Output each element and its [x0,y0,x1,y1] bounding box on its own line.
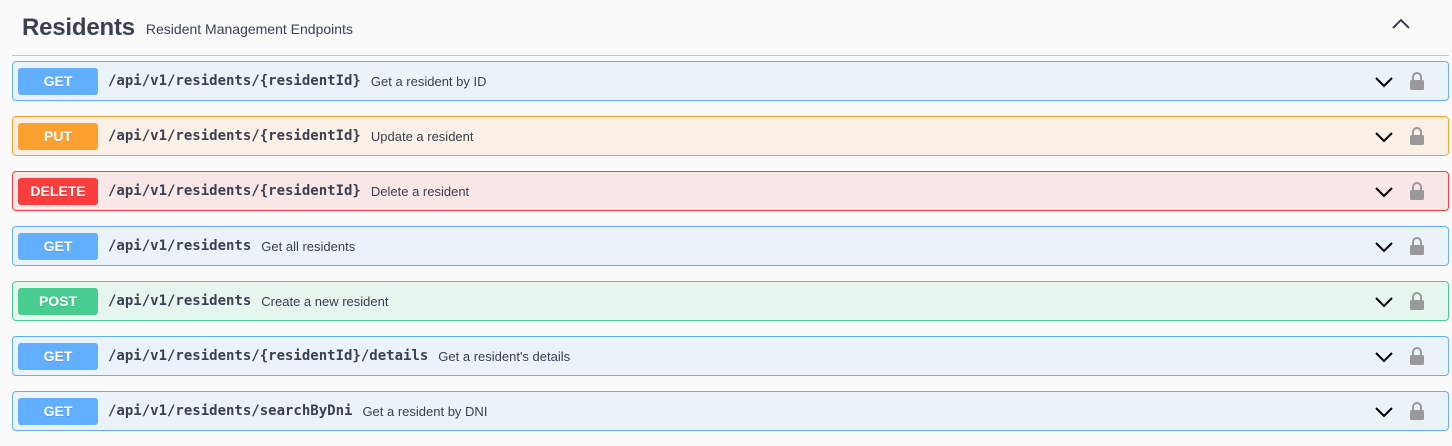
chevron-down-icon[interactable] [1374,128,1394,146]
method-badge: PUT [18,122,98,150]
operation-summary: Get a resident by ID [370,73,487,89]
lock-icon[interactable] [1409,71,1425,91]
chevron-down-icon[interactable] [1374,183,1394,201]
tag-title[interactable]: Residents [22,14,135,42]
chevron-down-icon[interactable] [1374,238,1394,256]
method-badge: GET [18,67,98,95]
chevron-down-icon[interactable] [1374,348,1394,366]
tag-section-residents: Residents Resident Management Endpoints … [12,0,1449,446]
operation-summary: Create a new resident [261,293,389,309]
operation-search-resident-by-dni[interactable]: GET /api/v1/residents/searchByDni Get a … [12,391,1449,431]
operation-path: /api/v1/residents [108,293,252,309]
lock-icon[interactable] [1409,346,1425,366]
lock-icon[interactable] [1409,126,1425,146]
operation-get-all-residents[interactable]: GET /api/v1/residents Get all residents [12,226,1449,266]
operation-summary: Get a resident by DNI [362,403,488,419]
operation-path: /api/v1/residents [108,238,252,254]
method-badge: GET [18,397,98,425]
operation-get-resident-by-id[interactable]: GET /api/v1/residents/{residentId} Get a… [12,61,1449,101]
operation-create-resident[interactable]: POST /api/v1/residents Create a new resi… [12,281,1449,321]
tag-description: Resident Management Endpoints [145,20,353,37]
chevron-down-icon[interactable] [1374,73,1394,91]
operation-update-resident[interactable]: PUT /api/v1/residents/{residentId} Updat… [12,116,1449,156]
operation-path: /api/v1/residents/searchByDni [108,403,353,419]
operation-path: /api/v1/residents/{residentId}/details [108,348,429,364]
operation-summary: Get all residents [261,238,356,254]
chevron-up-icon[interactable] [1385,12,1417,36]
operation-delete-resident[interactable]: DELETE /api/v1/residents/{residentId} De… [12,171,1449,211]
operation-path: /api/v1/residents/{residentId} [108,73,361,89]
lock-icon[interactable] [1409,291,1425,311]
operation-path: /api/v1/residents/{residentId} [108,128,361,144]
operation-get-resident-details[interactable]: GET /api/v1/residents/{residentId}/detai… [12,336,1449,376]
operation-summary: Get a resident's details [438,348,571,364]
method-badge: GET [18,342,98,370]
lock-icon[interactable] [1409,236,1425,256]
lock-icon[interactable] [1409,401,1425,421]
operation-path: /api/v1/residents/{residentId} [108,183,361,199]
method-badge: POST [18,287,98,315]
chevron-down-icon[interactable] [1374,293,1394,311]
operation-summary: Update a resident [370,128,474,144]
method-badge: GET [18,232,98,260]
tag-header[interactable]: Residents Resident Management Endpoints [12,0,1449,56]
method-badge: DELETE [18,177,98,205]
operations-list: GET /api/v1/residents/{residentId} Get a… [12,56,1449,431]
chevron-down-icon[interactable] [1374,403,1394,421]
lock-icon[interactable] [1409,181,1425,201]
operation-summary: Delete a resident [370,183,470,199]
